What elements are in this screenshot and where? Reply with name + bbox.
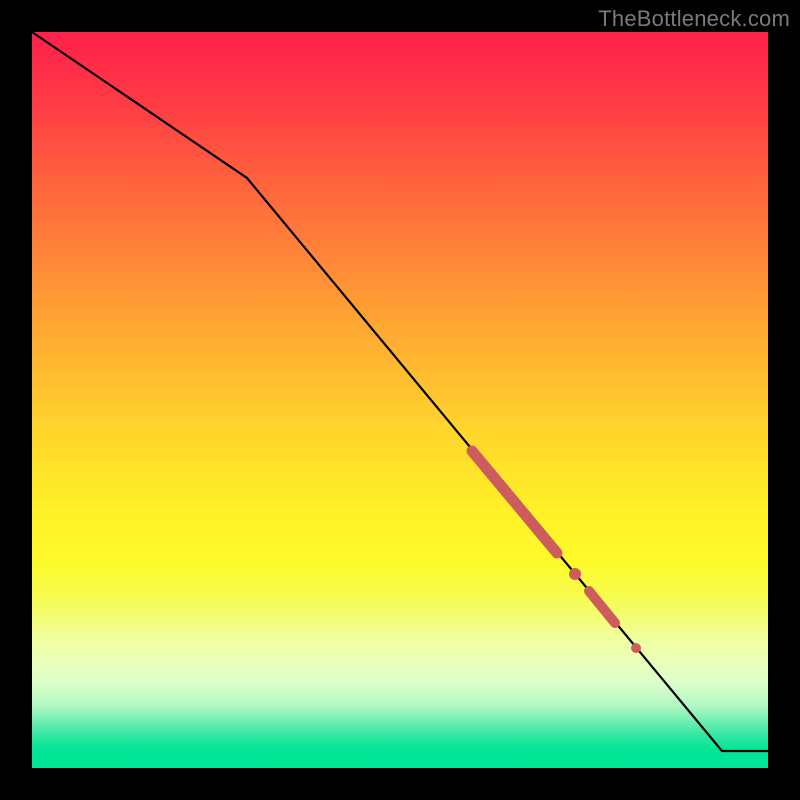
marker-segment (472, 451, 557, 553)
marker-segment (589, 591, 615, 623)
chart-frame: TheBottleneck.com (0, 0, 800, 800)
watermark-text: TheBottleneck.com (598, 6, 790, 32)
bottleneck-curve (32, 32, 768, 751)
marker-dot (569, 568, 581, 580)
marker-dot (631, 643, 641, 653)
markers-layer (472, 451, 641, 653)
chart-overlay-svg (32, 32, 768, 768)
curve-layer (32, 32, 768, 751)
